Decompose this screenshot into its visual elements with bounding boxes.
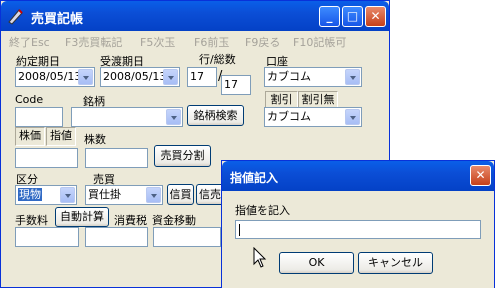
account-value-2: カブコム [267,110,311,123]
menu-transfer[interactable]: F3売買転記 [65,34,122,50]
maximize-button[interactable]: □ [342,6,363,27]
dialog-close-button[interactable]: ✕ [470,165,491,186]
row-field[interactable]: 17 [187,67,217,87]
app-icon [7,7,25,25]
account-value-1: カブコム [267,70,311,83]
menu-next[interactable]: F5次玉 [140,34,175,50]
contract-date-picker[interactable]: 2008/05/13 [15,67,95,87]
menu-bar: 終了Esc F3売買転記 F5次玉 F6前玉 F9戻る F10記帳可 [1,31,389,51]
consumption-tax-label: 消費税 [114,214,147,227]
dialog-prompt: 指値を記入 [235,204,290,217]
category-select[interactable]: 現物 [15,185,77,205]
text-caret [239,224,240,236]
category-value: 現物 [18,188,42,201]
credit-buy-button[interactable]: 信買 [167,184,194,205]
code-input[interactable] [15,107,63,127]
trade-select[interactable]: 買仕掛 [85,185,163,205]
stock-price-tab[interactable]: 株価 [15,127,45,146]
contract-date-value: 2008/05/13 [18,70,82,83]
chevron-down-icon[interactable] [146,187,161,203]
title-bar[interactable]: 売買記帳 _ □ ✕ [1,1,389,31]
quantity-input[interactable] [85,148,148,168]
account-select-1[interactable]: カブコム [264,67,362,87]
cancel-button[interactable]: キャンセル [358,252,433,274]
chevron-down-icon[interactable] [78,69,93,85]
ok-button[interactable]: OK [279,252,354,274]
minimize-button[interactable]: _ [319,6,340,27]
mouse-cursor-icon [253,246,267,272]
menu-exit[interactable]: 終了Esc [9,34,50,50]
chevron-down-icon[interactable] [166,109,181,125]
trade-value: 買仕掛 [88,188,121,201]
tax-input[interactable] [85,227,148,247]
menu-prev[interactable]: F6前玉 [194,34,229,50]
limit-tab[interactable]: 指値 [46,127,76,146]
chevron-down-icon[interactable] [345,109,360,125]
price-input[interactable] [15,148,78,168]
commission-label: 手数料 [15,214,48,227]
code-label: Code [15,93,44,106]
dialog-title-bar[interactable]: 指値記入 ✕ [222,161,494,191]
chevron-down-icon[interactable] [60,187,75,203]
quantity-label: 株数 [84,133,106,146]
chevron-down-icon[interactable] [163,69,178,85]
credit-sell-button[interactable]: 信売 [196,184,223,205]
dialog-title: 指値記入 [230,171,279,185]
menu-enable[interactable]: F10記帳可 [293,34,346,50]
fund-transfer-label: 資金移動 [152,214,196,227]
window-title: 売買記帳 [31,12,84,27]
limit-input[interactable] [235,220,481,239]
fund-transfer-input[interactable] [153,227,221,247]
commission-input[interactable] [15,227,79,247]
auto-calc-button[interactable]: 自動計算 [55,207,109,227]
brand-search-button[interactable]: 銘柄検索 [187,105,244,126]
close-button[interactable]: ✕ [365,6,386,27]
menu-back[interactable]: F9戻る [245,34,280,50]
delivery-date-value: 2008/05/13 [103,70,167,83]
split-trade-button[interactable]: 売買分割 [154,145,211,167]
brand-select[interactable] [71,107,183,127]
delivery-date-picker[interactable]: 2008/05/13 [100,67,180,87]
row-total-label: 行/総数 [199,53,236,66]
account-select-2[interactable]: カブコム [264,107,362,127]
total-field[interactable]: 17 [221,75,251,95]
chevron-down-icon[interactable] [345,69,360,85]
